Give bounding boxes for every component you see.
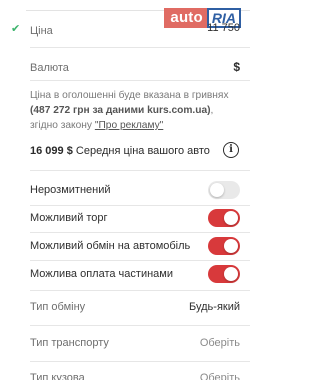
currency-label: Валюта: [30, 62, 69, 74]
currency-info-text: Ціна в оголошенні буде вказана в гривнях…: [30, 88, 242, 133]
toggle-knob: [210, 183, 224, 197]
toggle-exchange[interactable]: [208, 237, 240, 255]
divider: [30, 290, 250, 291]
average-amount: 16 099 $: [30, 145, 73, 157]
select-label: Тип транспорту: [30, 337, 109, 349]
divider: [30, 205, 250, 206]
toggle-not-cleared[interactable]: [208, 181, 240, 199]
average-price: 16 099 $ Середня ціна вашого авто: [30, 145, 210, 157]
exchange-type-select[interactable]: Будь-який: [189, 301, 240, 313]
select-label: Тип обміну: [30, 301, 86, 313]
option-label: Нерозмитнений: [30, 184, 111, 196]
select-label: Тип кузова: [30, 372, 85, 380]
toggle-installments[interactable]: [208, 265, 240, 283]
toggle-knob: [224, 239, 238, 253]
toggle-bargain[interactable]: [208, 209, 240, 227]
info-text-start: Ціна в оголошенні буде вказана в гривнях: [30, 90, 229, 101]
check-icon: ✔: [11, 23, 21, 35]
option-label: Можливий торг: [30, 212, 108, 224]
transport-type-select[interactable]: Оберіть: [200, 337, 240, 349]
average-text: Середня ціна вашого авто: [75, 145, 210, 157]
price-value[interactable]: 11 750: [207, 22, 240, 34]
divider: [30, 232, 250, 233]
toggle-knob: [224, 267, 238, 281]
toggle-knob: [224, 211, 238, 225]
divider: [30, 260, 250, 261]
divider: [30, 361, 250, 362]
divider: [30, 47, 250, 48]
divider: [30, 170, 250, 171]
info-amount: (487 272 грн за даними kurs.com.ua): [30, 105, 211, 116]
info-icon[interactable]: i: [223, 142, 239, 158]
law-link[interactable]: "Про рекламу": [95, 120, 163, 131]
option-label: Можлива оплата частинами: [30, 268, 173, 280]
price-label: Ціна: [30, 25, 53, 37]
currency-select[interactable]: $: [233, 60, 240, 74]
body-type-select[interactable]: Оберіть: [200, 372, 240, 380]
currency-row[interactable]: Валюта: [30, 62, 240, 74]
divider: [30, 325, 250, 326]
divider: [30, 80, 250, 81]
option-label: Можливий обмін на автомобіль: [30, 240, 191, 252]
